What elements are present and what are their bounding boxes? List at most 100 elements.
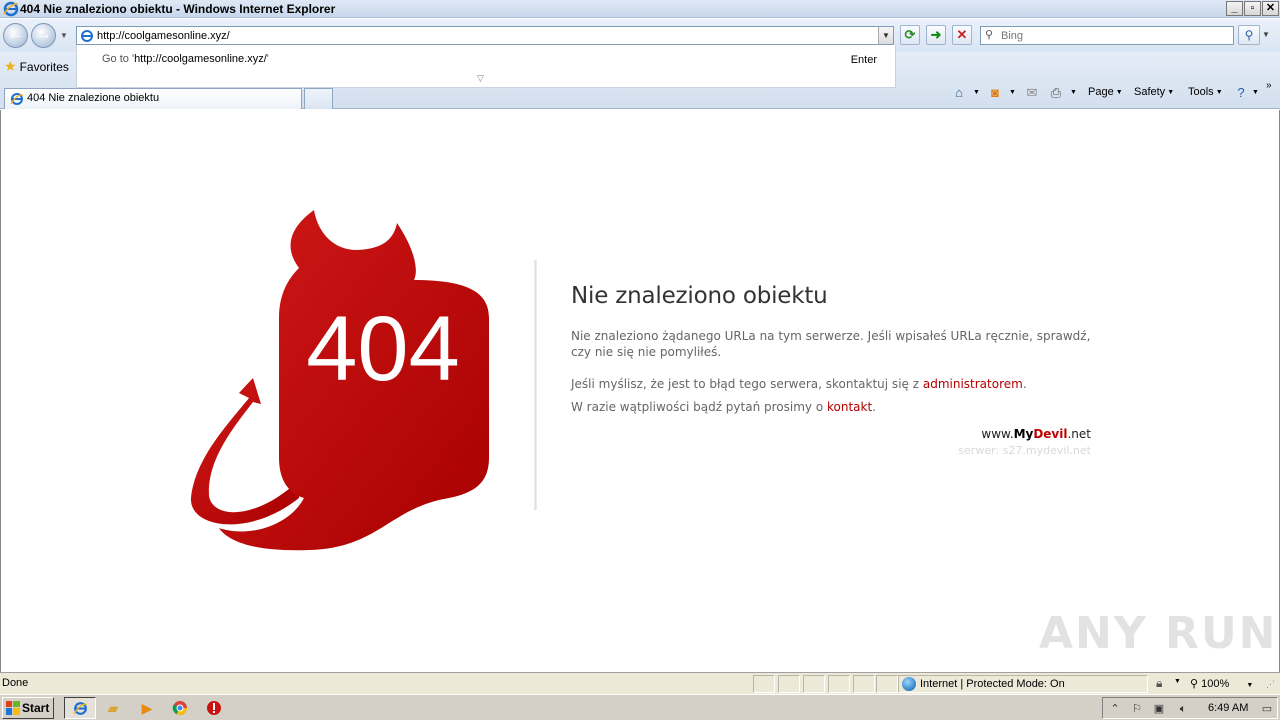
system-tray: ⌃ ⚐ ▣ 🔈︎ 6:49 AM ▭	[1102, 697, 1278, 719]
forward-button[interactable]: →	[31, 23, 56, 48]
status-bar: Done Internet | Protected Mode: On 🔒︎ ▼ …	[0, 672, 1280, 694]
help-icon[interactable]: ?	[1232, 85, 1250, 103]
stop-icon: ✕	[956, 27, 968, 42]
address-input[interactable]	[97, 28, 867, 43]
window-title: 404 Nie znaleziono obiektu - Windows Int…	[20, 2, 336, 16]
feeds-dropdown[interactable]: ▼	[1007, 86, 1016, 104]
search-options-dropdown[interactable]: ▼	[1262, 30, 1270, 39]
page-menu[interactable]: Page ▼	[1088, 86, 1123, 104]
search-button[interactable]: ⚲	[1238, 25, 1260, 45]
address-autocomplete-dropdown: Go to 'http://coolgamesonline.xyz/' Ente…	[76, 45, 896, 88]
recent-pages-dropdown[interactable]: ▼	[60, 31, 68, 40]
ie-logo-icon	[3, 1, 19, 17]
help-dropdown[interactable]: ▼	[1250, 86, 1259, 104]
new-tab-button[interactable]	[304, 88, 333, 109]
safety-menu[interactable]: Safety ▼	[1134, 86, 1174, 104]
page-icon	[81, 30, 93, 42]
tab-ie-icon	[10, 93, 24, 105]
questions-text: W razie wątpliwości bądź pytań prosimy o…	[571, 400, 876, 414]
taskbar: Start ▰ ▶ ⌃ ⚐ ▣ 🔈︎ 6:49 AM ▭	[0, 694, 1280, 720]
status-segment	[876, 675, 898, 693]
zoom-dropdown[interactable]: ▼	[1246, 682, 1253, 689]
contact-link[interactable]: kontakt	[827, 400, 872, 414]
zoom-control[interactable]: ⚲ 100% ▼	[1190, 677, 1253, 690]
title-bar: 404 Nie znaleziono obiektu - Windows Int…	[0, 0, 1280, 18]
search-box[interactable]: ⚲	[980, 26, 1234, 45]
tab-title: 404 Nie znalezione obiektu	[27, 92, 160, 104]
back-arrow-icon: ←	[7, 26, 24, 43]
start-label: Start	[22, 701, 50, 715]
toolbar-overflow-chevron-icon[interactable]: »	[1266, 80, 1272, 98]
start-button[interactable]: Start	[2, 697, 54, 719]
refresh-icon: ⟳	[904, 27, 916, 42]
favorites-label: Favorites	[19, 60, 69, 74]
page-content: 404 Nie znaleziono obiektu Nie znalezion…	[0, 110, 1280, 672]
mydevil-brand: www.MyDevil.net	[981, 427, 1091, 441]
close-button[interactable]: ✕	[1262, 1, 1279, 16]
search-icon: ⚲	[1244, 28, 1254, 42]
clock[interactable]: 6:49 AM	[1208, 702, 1248, 714]
tab-active[interactable]: 404 Nie znalezione obiektu	[4, 88, 302, 109]
expand-chevron-icon[interactable]: ▽	[477, 73, 484, 84]
read-mail-icon[interactable]: ✉	[1023, 85, 1041, 103]
status-segment	[853, 675, 875, 693]
print-dropdown[interactable]: ▼	[1068, 86, 1077, 104]
server-name: serwer: s27.mydevil.net	[958, 444, 1091, 457]
go-arrow-icon: ➜	[930, 27, 942, 42]
resize-grip-icon[interactable]: ⋰	[1266, 679, 1275, 690]
show-hidden-icons-chevron-icon[interactable]: ⌃	[1107, 701, 1123, 717]
restore-button[interactable]: ▫	[1244, 1, 1261, 16]
home-icon[interactable]: ⌂	[950, 85, 968, 103]
explorer-folder-icon[interactable]: ▰	[102, 698, 124, 718]
address-dropdown-button[interactable]: ▼	[878, 27, 893, 44]
devil-404-illustration: 404	[190, 210, 489, 551]
internet-globe-icon	[902, 677, 916, 691]
lock-dropdown[interactable]: ▼	[1174, 678, 1181, 685]
bing-search-icon: ⚲	[985, 29, 994, 41]
compatibility-view-button[interactable]: ⟳	[900, 25, 920, 45]
protected-mode-lock-icon[interactable]: 🔒︎	[1156, 676, 1162, 691]
zone-label: Internet | Protected Mode: On	[920, 678, 1065, 690]
page-title: Nie znaleziono obiektu	[571, 283, 828, 309]
show-desktop-icon[interactable]: ▭	[1259, 701, 1275, 717]
address-bar[interactable]: ▼	[76, 26, 894, 45]
feeds-icon[interactable]: ◙	[986, 85, 1004, 103]
anyrun-watermark: ANY RUN	[1039, 608, 1278, 659]
action-center-flag-icon[interactable]: ⚐	[1129, 701, 1145, 717]
taskbar-ie-button[interactable]	[64, 697, 96, 719]
taskbar-ie-icon	[73, 702, 88, 715]
error-description: Nie znaleziono żądanego URLa na tym serw…	[571, 329, 1091, 359]
network-icon[interactable]: ▣	[1151, 701, 1167, 717]
enter-hint: Enter	[850, 54, 877, 66]
zoom-magnifier-icon: ⚲	[1190, 678, 1199, 690]
error-code-text: 404	[306, 298, 460, 400]
search-input[interactable]	[1001, 28, 1226, 43]
administrator-link[interactable]: administratorem	[923, 377, 1023, 391]
minimize-button[interactable]: _	[1226, 1, 1243, 16]
admin-contact-text: Jeśli myślisz, że jest to błąd tego serw…	[571, 377, 1027, 391]
stop-button[interactable]: ✕	[952, 25, 972, 45]
home-dropdown[interactable]: ▼	[971, 86, 980, 104]
tools-menu[interactable]: Tools ▼	[1188, 86, 1223, 104]
favorites-button[interactable]: ★ Favorites	[4, 58, 69, 76]
goto-suggestion[interactable]: Go to 'http://coolgamesonline.xyz/'	[102, 53, 269, 65]
status-segment	[828, 675, 850, 693]
volume-icon[interactable]: 🔈︎	[1175, 701, 1191, 717]
goto-url: http://coolgamesonline.xyz/	[134, 53, 267, 65]
status-segment	[753, 675, 775, 693]
print-icon[interactable]: ⎙	[1047, 85, 1065, 103]
status-text: Done	[2, 677, 29, 689]
windows-flag-icon	[6, 701, 20, 715]
status-segment	[778, 675, 800, 693]
chrome-icon[interactable]	[169, 698, 191, 718]
media-player-icon[interactable]: ▶	[136, 698, 158, 718]
favorites-star-icon: ★	[4, 58, 17, 74]
go-button[interactable]: ➜	[926, 25, 946, 45]
security-app-icon[interactable]	[203, 698, 225, 718]
zoom-level: 100%	[1201, 678, 1230, 690]
back-button[interactable]: ←	[3, 23, 28, 48]
forward-arrow-icon: →	[35, 26, 52, 43]
security-zone[interactable]: Internet | Protected Mode: On	[898, 675, 1148, 693]
status-segment	[803, 675, 825, 693]
content-divider	[534, 260, 537, 510]
